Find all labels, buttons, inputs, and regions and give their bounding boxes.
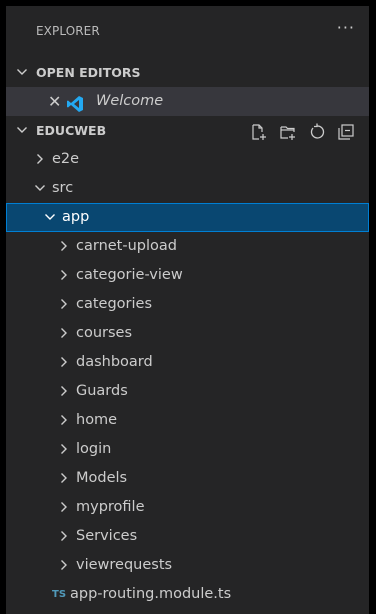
- chevron-right-icon: [58, 377, 72, 406]
- tree-item-folder[interactable]: courses: [6, 319, 369, 348]
- explorer-actions: [250, 116, 355, 145]
- tree-item-label: Guards: [76, 383, 128, 399]
- open-editor-item-welcome[interactable]: ✕ Welcome: [6, 87, 369, 116]
- new-folder-icon[interactable]: [279, 122, 297, 140]
- open-editors-label: OPEN EDITORS: [36, 65, 141, 80]
- tree-item-label: app: [62, 209, 90, 225]
- tree-item-label: carnet-upload: [76, 238, 177, 254]
- tree-item-label: categorie-view: [76, 267, 183, 283]
- tree-item-app-routing-module[interactable]: TS app-routing.module.ts: [6, 580, 369, 609]
- chevron-right-icon: [58, 493, 72, 522]
- explorer-title: EXPLORER: [36, 24, 100, 38]
- chevron-right-icon: [58, 464, 72, 493]
- tree-item-folder[interactable]: home: [6, 406, 369, 435]
- chevron-right-icon: [34, 145, 48, 174]
- tree-item-label: categories: [76, 296, 153, 312]
- tree-item-label: home: [76, 412, 118, 428]
- new-file-icon[interactable]: [250, 122, 268, 140]
- tree-item-folder[interactable]: Models: [6, 464, 369, 493]
- chevron-down-icon: [16, 116, 30, 145]
- chevron-right-icon: [58, 406, 72, 435]
- chevron-right-icon: [58, 435, 72, 464]
- project-label: EDUCWEB: [36, 123, 107, 138]
- tree-item-folder[interactable]: categorie-view: [6, 261, 369, 290]
- tree-item-folder[interactable]: myprofile: [6, 493, 369, 522]
- collapse-all-icon[interactable]: [337, 122, 355, 140]
- explorer-panel: EXPLORER ··· OPEN EDITORS ✕ Welcome EDUC…: [6, 6, 369, 614]
- tree-item-app[interactable]: app: [6, 203, 369, 232]
- tree-item-folder[interactable]: dashboard: [6, 348, 369, 377]
- project-header[interactable]: EDUCWEB: [6, 116, 369, 145]
- tree-item-label: myprofile: [76, 499, 145, 515]
- more-actions-icon[interactable]: ···: [337, 18, 355, 37]
- open-editors-header[interactable]: OPEN EDITORS: [6, 58, 369, 87]
- chevron-right-icon: [58, 290, 72, 319]
- tree-item-label: e2e: [52, 151, 80, 167]
- tree-item-label: courses: [76, 325, 133, 341]
- tree-item-folder[interactable]: Guards: [6, 377, 369, 406]
- chevron-right-icon: [58, 261, 72, 290]
- refresh-icon[interactable]: [308, 122, 326, 140]
- open-editor-label: Welcome: [96, 93, 164, 109]
- tree-item-label: app-routing.module.ts: [70, 586, 232, 602]
- tree-item-folder[interactable]: carnet-upload: [6, 232, 369, 261]
- tree-item-folder[interactable]: Services: [6, 522, 369, 551]
- tree-item-folder[interactable]: viewrequests: [6, 551, 369, 580]
- tree-item-src[interactable]: src: [6, 174, 369, 203]
- tree-item-label: dashboard: [76, 354, 153, 370]
- chevron-down-icon: [34, 174, 48, 203]
- chevron-right-icon: [58, 319, 72, 348]
- chevron-down-icon: [16, 58, 30, 87]
- tree-item-e2e[interactable]: e2e: [6, 145, 369, 174]
- tree-item-folder[interactable]: login: [6, 435, 369, 464]
- tree-item-label: Models: [76, 470, 128, 486]
- close-icon[interactable]: ✕: [48, 87, 61, 116]
- chevron-right-icon: [58, 551, 72, 580]
- typescript-file-icon: TS: [52, 589, 67, 600]
- tree-item-label: Services: [76, 528, 138, 544]
- tree-item-label: login: [76, 441, 112, 457]
- chevron-right-icon: [58, 348, 72, 377]
- tree-item-label: viewrequests: [76, 557, 173, 573]
- chevron-right-icon: [58, 522, 72, 551]
- chevron-right-icon: [58, 232, 72, 261]
- chevron-down-icon: [44, 203, 58, 232]
- tree-item-folder[interactable]: categories: [6, 290, 369, 319]
- tree-item-label: src: [52, 180, 74, 196]
- explorer-title-bar: EXPLORER ···: [6, 6, 369, 58]
